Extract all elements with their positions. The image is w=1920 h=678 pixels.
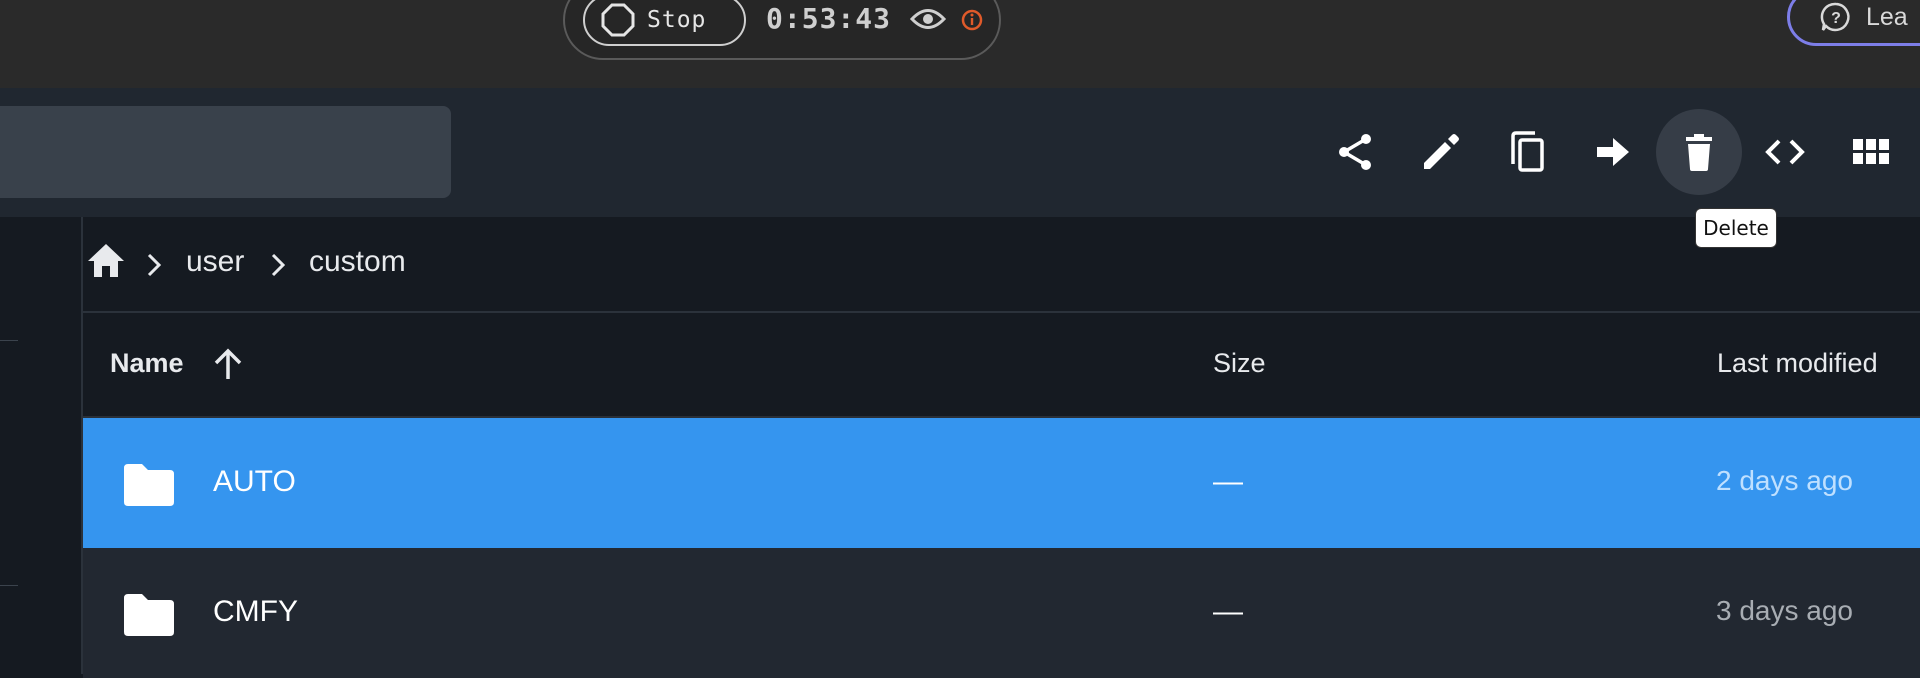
chevron-right-icon [147,253,162,277]
move-icon [1597,138,1629,166]
file-name: CMFY [213,595,298,628]
file-size: — [1213,595,1243,628]
file-last-modified: 2 days ago [1716,465,1853,496]
search-input[interactable] [0,106,451,198]
sidebar-divider [0,585,18,586]
stop-recording-button[interactable]: Stop [583,0,746,46]
breadcrumb-item-user[interactable]: user [186,245,244,279]
delete-button[interactable] [1656,109,1742,195]
file-size: — [1213,465,1243,498]
learn-label: Lea [1866,2,1908,31]
code-icon [1765,139,1805,165]
eye-icon[interactable] [910,6,946,32]
sidebar-divider [0,340,18,341]
help-chat-icon: ? [1820,2,1850,32]
table-row[interactable]: CMFY — 3 days ago [83,548,1920,678]
folder-icon [124,464,174,506]
sort-ascending-icon[interactable] [210,346,246,382]
learn-button[interactable]: ? Lea [1787,0,1920,46]
edit-icon [1424,134,1459,169]
stop-icon [601,3,635,37]
share-icon [1339,134,1371,170]
copy-button[interactable] [1484,109,1570,195]
svg-text:?: ? [1831,10,1841,27]
share-button[interactable] [1312,109,1398,195]
chevron-right-icon [271,253,286,277]
file-last-modified: 3 days ago [1716,595,1853,626]
stop-label: Stop [647,7,707,33]
divider [83,311,1920,313]
folder-icon [124,594,174,636]
delete-icon [1686,134,1712,171]
edit-button[interactable] [1398,109,1484,195]
warning-info-icon[interactable] [961,9,983,31]
delete-tooltip: Delete [1695,208,1777,248]
recording-timer: 0:53:43 [766,2,892,35]
home-icon[interactable] [86,241,126,279]
sidebar [0,217,83,674]
table-row[interactable]: AUTO — 2 days ago [83,418,1920,548]
column-header-size[interactable]: Size [1213,348,1266,379]
breadcrumb-item-custom[interactable]: custom [309,245,406,279]
file-name: AUTO [213,465,296,498]
grid-view-button[interactable] [1828,109,1914,195]
column-header-name[interactable]: Name [110,348,184,379]
column-header-last-modified[interactable]: Last modified [1717,348,1878,379]
grid-view-icon [1853,139,1889,164]
embed-code-button[interactable] [1742,109,1828,195]
move-button[interactable] [1570,109,1656,195]
copy-icon [1511,131,1544,172]
